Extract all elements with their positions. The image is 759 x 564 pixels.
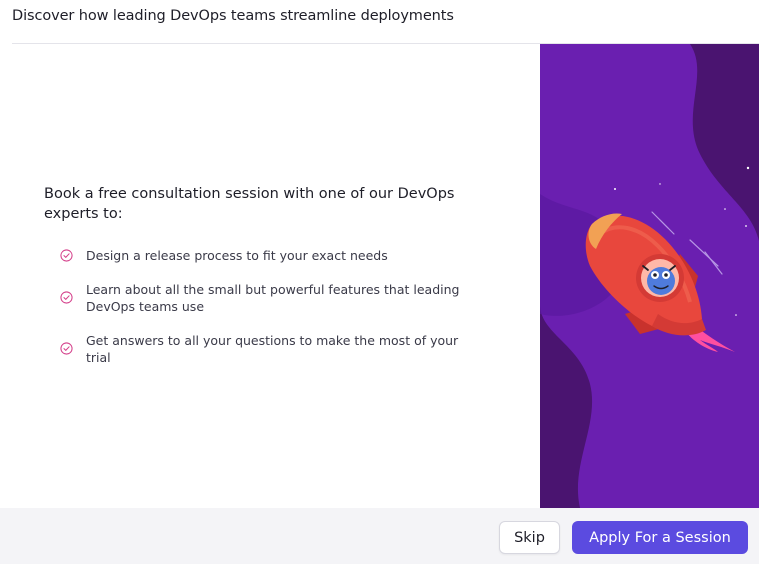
intro-text: Book a free consultation session with on… — [44, 186, 455, 222]
dialog-title: Discover how leading DevOps teams stream… — [12, 8, 454, 24]
rocket-illustration — [540, 44, 759, 508]
apply-session-button[interactable]: Apply For a Session — [572, 521, 748, 554]
check-circle-icon — [60, 249, 73, 262]
feature-item: Learn about all the small but powerful f… — [60, 281, 480, 315]
check-circle-icon — [60, 291, 73, 304]
dialog-footer: Skip Apply For a Session — [0, 508, 759, 564]
dialog-header: Discover how leading DevOps teams stream… — [0, 0, 759, 44]
feature-item: Design a release process to fit your exa… — [60, 247, 480, 264]
rocket-art — [540, 44, 759, 508]
feature-text: Get answers to all your questions to mak… — [86, 333, 459, 365]
feature-text: Learn about all the small but powerful f… — [86, 282, 460, 314]
feature-item: Get answers to all your questions to mak… — [60, 332, 480, 366]
check-circle-icon — [60, 342, 73, 355]
content-panel: Book a free consultation session with on… — [0, 44, 540, 508]
skip-button[interactable]: Skip — [499, 521, 560, 554]
feature-list: Design a release process to fit your exa… — [60, 247, 480, 383]
feature-text: Design a release process to fit your exa… — [86, 248, 388, 263]
